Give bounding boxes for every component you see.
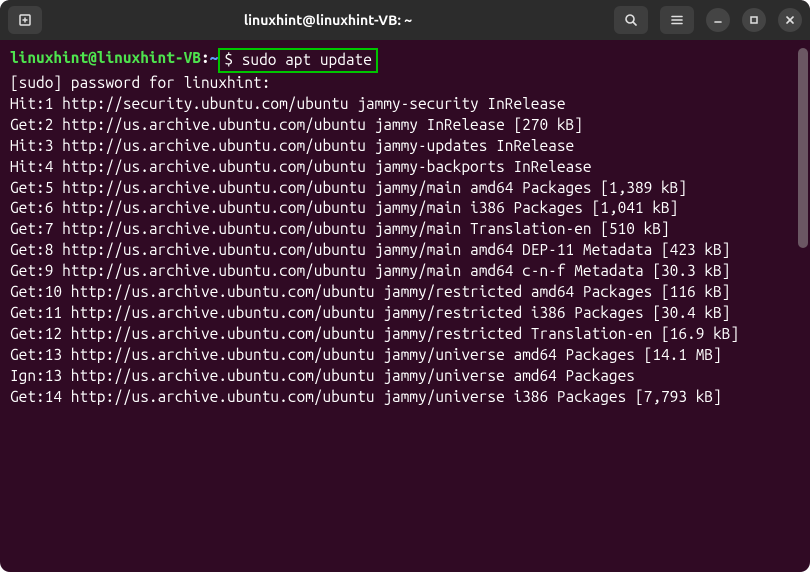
output-line: Hit:4 http://us.archive.ubuntu.com/ubunt… (10, 157, 800, 178)
maximize-button[interactable] (742, 8, 766, 32)
output-line: Get:9 http://us.archive.ubuntu.com/ubunt… (10, 261, 800, 282)
prompt-path: ~ (210, 48, 219, 73)
output-line: Get:7 http://us.archive.ubuntu.com/ubunt… (10, 219, 800, 240)
terminal-window: linuxhint@linuxhint-VB: ~ (0, 0, 810, 572)
output-line: [sudo] password for linuxhint: (10, 73, 800, 94)
output-line: Get:14 http://us.archive.ubuntu.com/ubun… (10, 387, 800, 408)
new-tab-button[interactable] (8, 6, 42, 34)
prompt-dollar: $ (224, 51, 241, 68)
output-line: Get:5 http://us.archive.ubuntu.com/ubunt… (10, 178, 800, 199)
prompt-line: linuxhint@linuxhint-VB:~$ sudo apt updat… (10, 48, 800, 73)
titlebar-right (614, 6, 802, 34)
output-line: Get:2 http://us.archive.ubuntu.com/ubunt… (10, 115, 800, 136)
output-line: Get:11 http://us.archive.ubuntu.com/ubun… (10, 303, 800, 324)
output-line: Hit:3 http://us.archive.ubuntu.com/ubunt… (10, 136, 800, 157)
window-title: linuxhint@linuxhint-VB: ~ (42, 12, 614, 28)
output-line: Hit:1 http://security.ubuntu.com/ubuntu … (10, 94, 800, 115)
command-text: sudo apt update (242, 51, 372, 68)
close-icon (784, 14, 796, 26)
output-line: Get:13 http://us.archive.ubuntu.com/ubun… (10, 345, 800, 366)
menu-button[interactable] (660, 6, 694, 34)
output-line: Get:10 http://us.archive.ubuntu.com/ubun… (10, 282, 800, 303)
minimize-icon (712, 14, 724, 26)
command-highlight-box: $ sudo apt update (218, 48, 378, 73)
new-tab-icon (17, 12, 33, 28)
minimize-button[interactable] (706, 8, 730, 32)
search-button[interactable] (614, 6, 648, 34)
close-button[interactable] (778, 8, 802, 32)
titlebar-left (8, 6, 42, 34)
terminal-body[interactable]: linuxhint@linuxhint-VB:~$ sudo apt updat… (0, 40, 810, 572)
maximize-icon (748, 14, 760, 26)
output-line: Ign:13 http://us.archive.ubuntu.com/ubun… (10, 366, 800, 387)
output-line: Get:6 http://us.archive.ubuntu.com/ubunt… (10, 198, 800, 219)
prompt-user-host: linuxhint@linuxhint-VB (10, 48, 201, 73)
hamburger-icon (669, 12, 685, 28)
titlebar: linuxhint@linuxhint-VB: ~ (0, 0, 810, 40)
output-line: Get:12 http://us.archive.ubuntu.com/ubun… (10, 324, 800, 345)
scrollbar[interactable] (798, 48, 808, 248)
search-icon (623, 12, 639, 28)
output-line: Get:8 http://us.archive.ubuntu.com/ubunt… (10, 240, 800, 261)
prompt-colon: : (201, 48, 210, 73)
